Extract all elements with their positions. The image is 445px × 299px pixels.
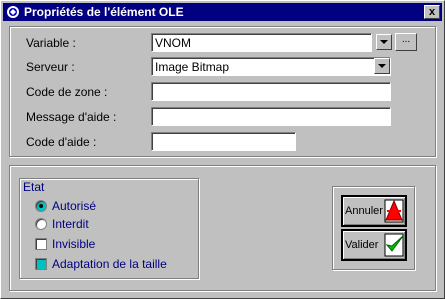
variable-dropdown-button[interactable] (376, 34, 392, 50)
radio-interdit-label: Interdit (52, 217, 89, 231)
etat-title: Etat (23, 180, 45, 194)
code-zone-field[interactable] (151, 82, 391, 101)
serveur-label: Serveur : (26, 60, 75, 74)
checkbox-adaptation-label: Adaptation de la taille (52, 257, 167, 271)
serveur-select[interactable]: Image Bitmap (151, 57, 391, 76)
ole-properties-dialog: Propriétés de l'élément OLE x Variable :… (0, 0, 445, 299)
variable-label: Variable : (26, 36, 76, 50)
variable-browse-button[interactable]: ... (395, 33, 417, 51)
chevron-down-icon (378, 64, 386, 68)
app-icon (7, 6, 19, 18)
radio-autorise[interactable]: Autorisé (35, 199, 96, 213)
serveur-dropdown-button[interactable] (374, 58, 390, 74)
checkbox-adaptation[interactable]: Adaptation de la taille (35, 257, 167, 271)
radio-selected-icon (35, 200, 47, 212)
valider-label: Valider (345, 239, 379, 251)
checkmark-icon (384, 233, 404, 257)
code-aide-field[interactable] (151, 132, 296, 151)
window-title: Propriétés de l'élément OLE (24, 5, 184, 19)
checkbox-checked-icon (35, 258, 47, 270)
annuler-button[interactable]: Annuler (341, 195, 407, 227)
title-bar: Propriétés de l'élément OLE x (3, 3, 442, 21)
annuler-label: Annuler (345, 205, 383, 217)
code-aide-label: Code d'aide : (26, 135, 97, 149)
close-button[interactable]: x (424, 5, 440, 19)
cancel-icon (384, 199, 404, 223)
code-zone-label: Code de zone : (26, 85, 108, 99)
valider-button[interactable]: Valider (341, 229, 407, 261)
radio-unselected-icon (35, 218, 47, 230)
checkbox-unchecked-icon (35, 238, 47, 250)
checkbox-invisible[interactable]: Invisible (35, 237, 95, 251)
chevron-down-icon (380, 40, 388, 44)
variable-field[interactable]: VNOM (151, 33, 372, 52)
radio-interdit[interactable]: Interdit (35, 217, 89, 231)
checkbox-invisible-label: Invisible (52, 237, 96, 251)
message-aide-field[interactable] (151, 107, 391, 126)
message-aide-label: Message d'aide : (26, 110, 117, 124)
radio-autorise-label: Autorisé (52, 199, 97, 213)
